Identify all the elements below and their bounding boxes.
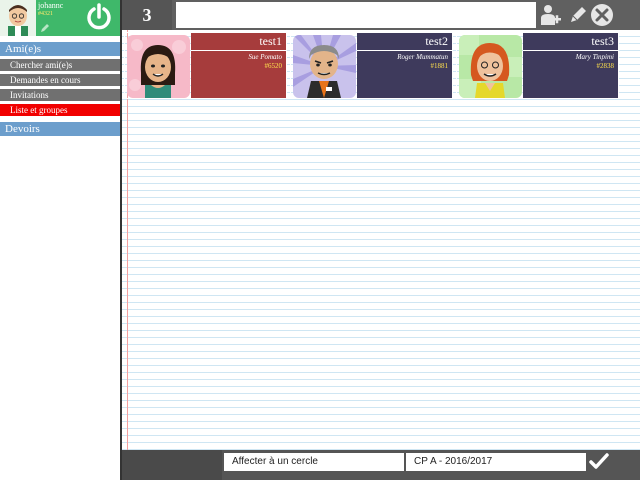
class-select[interactable]: CP A - 2016/2017 <box>406 453 586 471</box>
friend-id: #1881 <box>430 62 449 70</box>
friends-list-area: test1 Sue Pomato #6520 test2 Roger Mumma… <box>122 30 640 450</box>
user-profile-box[interactable]: johannc #4321 <box>0 0 120 36</box>
friend-title: test1 <box>259 34 282 48</box>
checkmark-icon[interactable] <box>588 451 610 473</box>
sidebar-item-invitations[interactable]: Invitations <box>0 89 120 101</box>
pencil-icon[interactable] <box>566 3 590 27</box>
user-name: johannc <box>38 1 64 10</box>
close-icon[interactable] <box>590 3 614 27</box>
divider <box>191 50 286 51</box>
friend-card[interactable]: test1 Sue Pomato #6520 <box>124 32 287 99</box>
friend-title: test2 <box>425 34 448 48</box>
edit-pencil-icon[interactable] <box>40 20 50 32</box>
sidebar-item-pending-requests[interactable]: Demandes en cours <box>0 74 120 86</box>
app-window: johannc #4321 Ami(e)s Chercher ami(e)s D… <box>0 0 640 480</box>
add-person-icon[interactable] <box>538 3 562 27</box>
assign-circle-select[interactable]: Affecter à un cercle <box>224 453 404 471</box>
friend-name: Mary Tinpimi <box>575 53 614 61</box>
user-avatar <box>0 0 36 36</box>
friend-card[interactable]: test3 Mary Tinpimi #2838 <box>456 32 619 99</box>
sidebar: johannc #4321 Ami(e)s Chercher ami(e)s D… <box>0 0 122 480</box>
divider <box>523 50 618 51</box>
friend-avatar <box>459 35 522 98</box>
user-id: #4321 <box>38 11 53 17</box>
friend-avatar <box>127 35 190 98</box>
search-input[interactable] <box>176 2 536 28</box>
friend-id: #6520 <box>264 62 283 70</box>
friend-name: Roger Mummatun <box>397 53 448 61</box>
friend-id: #2838 <box>596 62 615 70</box>
friend-count: 3 <box>122 0 172 30</box>
friend-name: Sue Pomato <box>248 53 282 61</box>
sidebar-item-search-friends[interactable]: Chercher ami(e)s <box>0 59 120 71</box>
bottom-bar-spacer <box>122 450 222 480</box>
friend-title: test3 <box>591 34 614 48</box>
sidebar-item-list-and-groups[interactable]: Liste et groupes <box>0 104 120 116</box>
bottom-bar: Affecter à un cercle CP A - 2016/2017 <box>122 450 640 480</box>
top-bar: 3 <box>122 0 640 30</box>
section-friends[interactable]: Ami(e)s <box>0 42 120 56</box>
friend-avatar <box>293 35 356 98</box>
section-homework[interactable]: Devoirs <box>0 122 120 136</box>
friend-card[interactable]: test2 Roger Mummatun #1881 <box>290 32 453 99</box>
power-icon[interactable] <box>84 2 114 32</box>
divider <box>357 50 452 51</box>
